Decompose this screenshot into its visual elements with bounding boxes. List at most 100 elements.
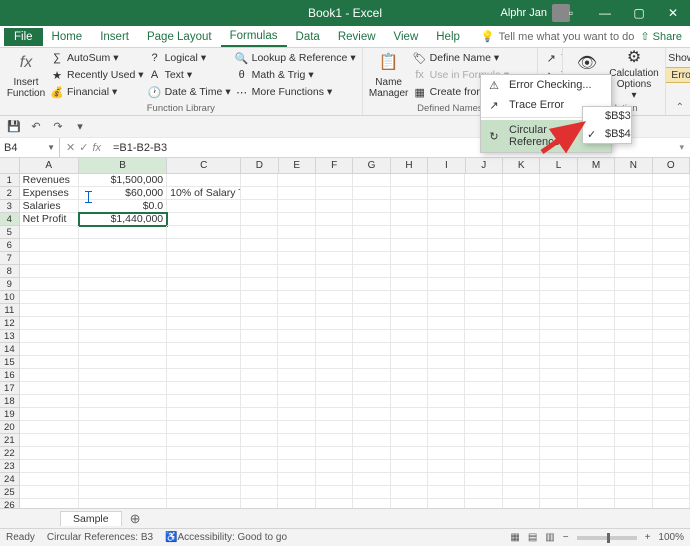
- cell-K9[interactable]: [503, 278, 540, 291]
- cell-B23[interactable]: [79, 460, 167, 473]
- cell-F1[interactable]: [316, 174, 353, 187]
- tab-formulas[interactable]: Formulas: [221, 27, 287, 47]
- qat-customize-icon[interactable]: ▾: [72, 119, 88, 135]
- column-header-B[interactable]: B: [79, 158, 168, 173]
- cell-E26[interactable]: [278, 499, 315, 508]
- cell-G10[interactable]: [353, 291, 390, 304]
- cell-I5[interactable]: [428, 226, 465, 239]
- cell-F14[interactable]: [316, 343, 353, 356]
- cell-M21[interactable]: [578, 434, 615, 447]
- cell-L17[interactable]: [540, 382, 577, 395]
- calculation-options-button[interactable]: ⚙ Calculation Options▾: [609, 50, 659, 100]
- zoom-in-button[interactable]: +: [645, 532, 651, 543]
- recently-used-button[interactable]: ★Recently Used ▾: [50, 67, 144, 83]
- cell-D3[interactable]: [241, 200, 278, 213]
- cell-N20[interactable]: [615, 421, 652, 434]
- cell-H19[interactable]: [391, 408, 428, 421]
- cell-A16[interactable]: [20, 369, 79, 382]
- column-header-C[interactable]: C: [167, 158, 241, 173]
- cell-K12[interactable]: [503, 317, 540, 330]
- cell-K13[interactable]: [503, 330, 540, 343]
- cell-G12[interactable]: [353, 317, 390, 330]
- cell-K18[interactable]: [503, 395, 540, 408]
- cell-K3[interactable]: [503, 200, 540, 213]
- cell-D10[interactable]: [241, 291, 278, 304]
- math-trig-button[interactable]: θMath & Trig ▾: [235, 67, 356, 83]
- cell-O9[interactable]: [653, 278, 690, 291]
- cell-B26[interactable]: [79, 499, 167, 508]
- cell-M11[interactable]: [578, 304, 615, 317]
- cell-M23[interactable]: [578, 460, 615, 473]
- cell-H13[interactable]: [391, 330, 428, 343]
- cell-K15[interactable]: [503, 356, 540, 369]
- cell-O18[interactable]: [653, 395, 690, 408]
- cell-J8[interactable]: [465, 265, 502, 278]
- cell-J10[interactable]: [465, 291, 502, 304]
- cell-A11[interactable]: [20, 304, 79, 317]
- minimize-button[interactable]: —: [588, 0, 622, 26]
- cell-N15[interactable]: [615, 356, 652, 369]
- cell-N9[interactable]: [615, 278, 652, 291]
- cell-O10[interactable]: [653, 291, 690, 304]
- cell-H9[interactable]: [391, 278, 428, 291]
- view-normal-icon[interactable]: ▦: [510, 532, 519, 543]
- cell-D6[interactable]: [241, 239, 278, 252]
- cell-K20[interactable]: [503, 421, 540, 434]
- cell-J9[interactable]: [465, 278, 502, 291]
- cell-B13[interactable]: [79, 330, 167, 343]
- cell-F26[interactable]: [316, 499, 353, 508]
- cell-E22[interactable]: [278, 447, 315, 460]
- cell-G2[interactable]: [353, 187, 390, 200]
- cell-C26[interactable]: [167, 499, 241, 508]
- cell-L9[interactable]: [540, 278, 577, 291]
- cell-N24[interactable]: [615, 473, 652, 486]
- cell-F25[interactable]: [316, 486, 353, 499]
- cell-B12[interactable]: [79, 317, 167, 330]
- cell-N21[interactable]: [615, 434, 652, 447]
- cell-K26[interactable]: [503, 499, 540, 508]
- cell-O21[interactable]: [653, 434, 690, 447]
- cell-K22[interactable]: [503, 447, 540, 460]
- cell-C18[interactable]: [167, 395, 241, 408]
- cell-C19[interactable]: [167, 408, 241, 421]
- cell-I19[interactable]: [428, 408, 465, 421]
- cell-D4[interactable]: [241, 213, 278, 226]
- cell-N3[interactable]: [615, 200, 652, 213]
- cell-L20[interactable]: [540, 421, 577, 434]
- cell-M13[interactable]: [578, 330, 615, 343]
- cell-L12[interactable]: [540, 317, 577, 330]
- insert-function-button[interactable]: fx Insert Function: [6, 50, 46, 100]
- tab-file[interactable]: File: [4, 28, 43, 46]
- cell-C14[interactable]: [167, 343, 241, 356]
- cell-B14[interactable]: [79, 343, 167, 356]
- cell-N26[interactable]: [615, 499, 652, 508]
- cell-J2[interactable]: [465, 187, 502, 200]
- cell-K11[interactable]: [503, 304, 540, 317]
- circref-item-b3[interactable]: $B$3: [583, 107, 631, 125]
- cell-L2[interactable]: [540, 187, 577, 200]
- cell-E8[interactable]: [278, 265, 315, 278]
- row-header-26[interactable]: 26: [0, 499, 20, 508]
- cell-H7[interactable]: [391, 252, 428, 265]
- cell-J5[interactable]: [465, 226, 502, 239]
- cell-E20[interactable]: [278, 421, 315, 434]
- column-header-J[interactable]: J: [466, 158, 503, 173]
- cell-M20[interactable]: [578, 421, 615, 434]
- cell-C2[interactable]: 10% of Salary Tax: [167, 187, 241, 200]
- tab-view[interactable]: View: [385, 28, 428, 46]
- cell-F3[interactable]: [316, 200, 353, 213]
- row-header-18[interactable]: 18: [0, 395, 20, 408]
- cell-A22[interactable]: [20, 447, 79, 460]
- row-header-3[interactable]: 3: [0, 200, 20, 213]
- cell-D22[interactable]: [241, 447, 278, 460]
- cell-I4[interactable]: [428, 213, 465, 226]
- cell-J22[interactable]: [465, 447, 502, 460]
- cell-F15[interactable]: [316, 356, 353, 369]
- cell-E25[interactable]: [278, 486, 315, 499]
- cell-M16[interactable]: [578, 369, 615, 382]
- cell-G15[interactable]: [353, 356, 390, 369]
- cell-F6[interactable]: [316, 239, 353, 252]
- cell-M12[interactable]: [578, 317, 615, 330]
- cell-F7[interactable]: [316, 252, 353, 265]
- cell-E6[interactable]: [278, 239, 315, 252]
